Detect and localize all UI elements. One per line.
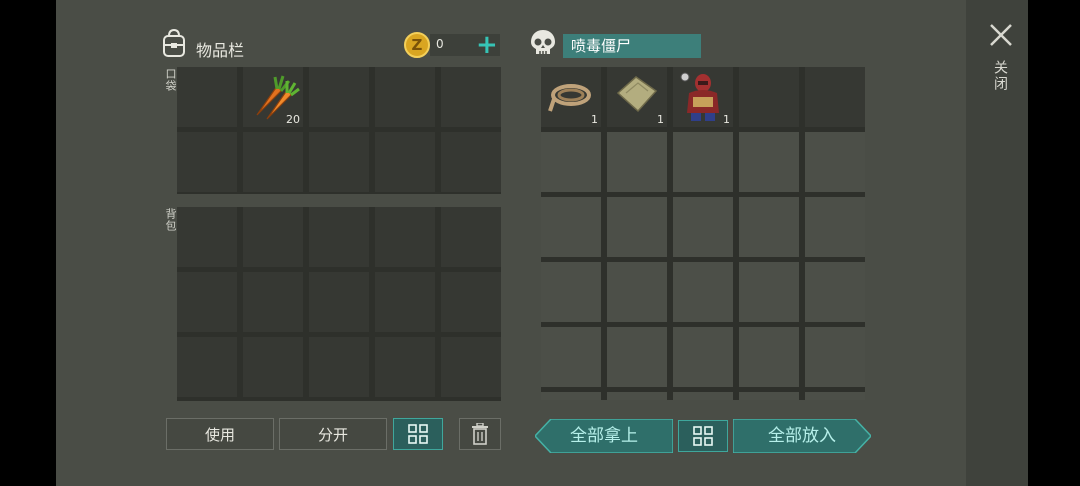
- container-slot[interactable]: [673, 262, 733, 322]
- plus-icon[interactable]: +: [476, 30, 498, 60]
- pocket-slot[interactable]: [441, 67, 501, 127]
- container-slot[interactable]: [607, 327, 667, 387]
- pocket-slot[interactable]: [441, 132, 501, 192]
- take-all-label: 全部拿上: [570, 426, 638, 446]
- container-slot[interactable]: [739, 67, 799, 127]
- cloth-scrap-icon: [616, 76, 658, 113]
- coin-icon: Z: [404, 32, 430, 58]
- backpack-slot[interactable]: [243, 272, 303, 332]
- container-slot[interactable]: [541, 262, 601, 322]
- container-slot[interactable]: [673, 392, 733, 400]
- backpack-slot[interactable]: [177, 337, 237, 397]
- pocket-grid: 20: [177, 67, 501, 194]
- coin-value: 0: [436, 37, 444, 51]
- pocket-slot[interactable]: [309, 67, 369, 127]
- container-slot[interactable]: [673, 327, 733, 387]
- container-slot[interactable]: [739, 392, 799, 400]
- take-all-button[interactable]: 全部拿上: [535, 419, 673, 453]
- item-count: 1: [657, 113, 664, 126]
- container-slot[interactable]: [673, 197, 733, 257]
- backpack-label: 背包: [164, 208, 177, 232]
- backpack-slot[interactable]: [243, 337, 303, 397]
- container-grid: 1 1 1: [541, 67, 865, 400]
- backpack-icon: [160, 28, 188, 58]
- item-count: 1: [591, 113, 598, 126]
- pocket-slot[interactable]: [309, 132, 369, 192]
- split-button[interactable]: 分开: [279, 418, 387, 450]
- pocket-slot[interactable]: [375, 132, 435, 192]
- rope-icon: [548, 84, 591, 112]
- container-slot[interactable]: [739, 197, 799, 257]
- container-slot[interactable]: [607, 262, 667, 322]
- put-all-label: 全部放入: [768, 426, 836, 446]
- container-slot[interactable]: [541, 197, 601, 257]
- container-slot[interactable]: [607, 132, 667, 192]
- sort-button[interactable]: [393, 418, 443, 450]
- skull-icon: [528, 28, 558, 58]
- backpack-slot[interactable]: [441, 272, 501, 332]
- backpack-slot[interactable]: [375, 207, 435, 267]
- container-slot[interactable]: [739, 262, 799, 322]
- container-slot[interactable]: [805, 197, 865, 257]
- container-slot[interactable]: [805, 262, 865, 322]
- backpack-slot[interactable]: [309, 337, 369, 397]
- use-button[interactable]: 使用: [166, 418, 274, 450]
- container-slot[interactable]: [607, 197, 667, 257]
- container-slot[interactable]: 1: [607, 67, 667, 127]
- pocket-slot[interactable]: 20: [243, 67, 303, 127]
- trash-button[interactable]: [459, 418, 501, 450]
- right-margin: [1028, 0, 1080, 486]
- pocket-label: 口袋: [164, 68, 177, 92]
- container-slot[interactable]: 1: [673, 67, 733, 127]
- container-slot[interactable]: [673, 132, 733, 192]
- backpack-slot[interactable]: [375, 337, 435, 397]
- container-title: 喷毒僵尸: [563, 34, 701, 58]
- trash-icon: [472, 423, 488, 445]
- pocket-slot[interactable]: [177, 67, 237, 127]
- container-slot[interactable]: [541, 327, 601, 387]
- backpack-slot[interactable]: [177, 272, 237, 332]
- item-count: 1: [723, 113, 730, 126]
- container-slot[interactable]: [739, 132, 799, 192]
- backpack-grid: [177, 207, 501, 401]
- grid-sort-icon: [693, 426, 713, 446]
- put-all-button[interactable]: 全部放入: [733, 419, 871, 453]
- backpack-slot[interactable]: [375, 272, 435, 332]
- container-sort-button[interactable]: [678, 420, 728, 452]
- container-slot[interactable]: 1: [541, 67, 601, 127]
- item-count: 20: [286, 113, 300, 126]
- container-slot[interactable]: [805, 67, 865, 127]
- container-slot[interactable]: [739, 327, 799, 387]
- backpack-slot[interactable]: [441, 337, 501, 397]
- backpack-slot[interactable]: [309, 272, 369, 332]
- container-slot[interactable]: [541, 392, 601, 400]
- pocket-slot[interactable]: [243, 132, 303, 192]
- left-margin: [0, 0, 56, 486]
- container-slot[interactable]: [607, 392, 667, 400]
- backpack-slot[interactable]: [309, 207, 369, 267]
- container-slot[interactable]: [805, 327, 865, 387]
- backpack-slot[interactable]: [177, 207, 237, 267]
- close-icon[interactable]: [988, 22, 1014, 48]
- backpack-slot[interactable]: [243, 207, 303, 267]
- pocket-slot[interactable]: [177, 132, 237, 192]
- grid-sort-icon: [408, 424, 428, 444]
- container-slot[interactable]: [541, 132, 601, 192]
- inventory-title: 物品栏: [196, 41, 245, 60]
- container-slot[interactable]: [805, 392, 865, 400]
- close-label[interactable]: 关闭: [990, 60, 1010, 92]
- backpack-slot[interactable]: [441, 207, 501, 267]
- pocket-slot[interactable]: [375, 67, 435, 127]
- container-slot[interactable]: [805, 132, 865, 192]
